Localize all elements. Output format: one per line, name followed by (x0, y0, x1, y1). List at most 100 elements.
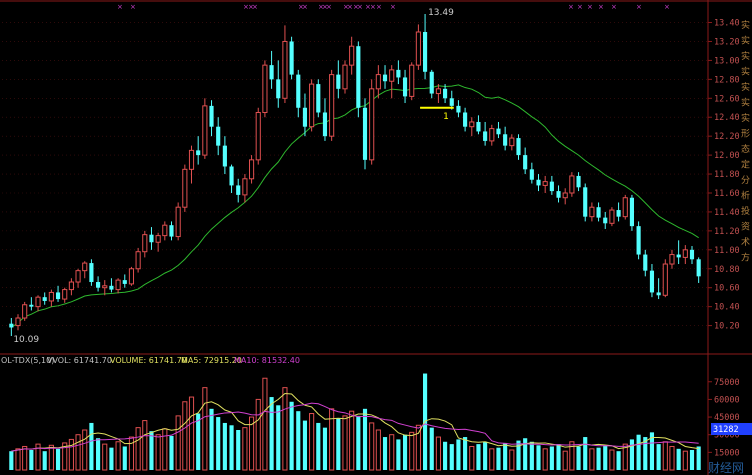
marker-dot: × (376, 3, 382, 11)
price-tick-label: 11.40 (714, 208, 740, 218)
marker-dot: × (587, 3, 593, 11)
candle-body-down (483, 131, 488, 141)
side-label: 实 (741, 50, 750, 62)
candle-body-down (362, 107, 368, 160)
side-label: 实 (741, 19, 750, 31)
volume-bar-down (656, 444, 661, 470)
candle-body-down (629, 197, 635, 227)
volume-bar-down (402, 434, 408, 470)
candle-body-down (316, 84, 321, 113)
marker-dot: × (390, 3, 396, 11)
side-label: 态 (741, 143, 750, 155)
candle-body-up (68, 281, 74, 291)
candle-body-up (102, 285, 108, 289)
volume-bar-down (616, 451, 621, 470)
marker-dot: × (326, 3, 332, 11)
volume-bar-down (583, 437, 588, 470)
candle-body-up (262, 64, 268, 113)
marker-dot: × (664, 3, 670, 11)
volume-bar-down (362, 408, 368, 470)
volume-bar-up (135, 427, 141, 471)
watermark: 财经网 (708, 461, 744, 475)
side-label: 实 (741, 112, 750, 124)
candle-body-down (209, 105, 214, 127)
candle-body-up (569, 175, 575, 194)
candle-body-up (202, 105, 208, 156)
side-label: 实 (741, 66, 750, 78)
marker-dot: × (302, 3, 308, 11)
price-tick-label: 10.20 (714, 322, 740, 332)
side-label: 方 (741, 252, 750, 264)
volume-bar-down (676, 448, 681, 470)
candle-body-down (196, 150, 201, 156)
volume-bar-down (596, 447, 601, 470)
price-tick-label: 11.00 (714, 246, 740, 256)
candle-body-down (396, 69, 401, 78)
candle-body-down (583, 187, 588, 217)
price-tick-label: 13.20 (714, 37, 740, 47)
candle-body-up (188, 149, 195, 170)
volume-bar-down (456, 439, 461, 470)
candle-body-down (449, 98, 454, 106)
candle-body-up (115, 279, 121, 291)
volume-bar-up (375, 429, 381, 471)
candle-body-up (369, 88, 375, 161)
volume-bar-down (296, 411, 301, 470)
volume-bar-up (662, 441, 668, 471)
candle-body-up (135, 251, 141, 270)
candle-body-down (229, 166, 234, 186)
volume-bar-up (115, 441, 121, 471)
candle-body-up (182, 168, 188, 208)
volume-bar-up (255, 398, 261, 471)
candle-body-down (89, 263, 94, 283)
volume-bar-down (556, 444, 561, 470)
volume-bar-up (682, 450, 688, 471)
volume-bar-down (603, 445, 608, 470)
marker-dot: × (252, 3, 258, 11)
volume-bar-down (89, 422, 94, 470)
volume-bar-down (109, 447, 114, 470)
volume-bar-up (142, 420, 148, 471)
marker-dot: × (357, 3, 363, 11)
candle-body-down (456, 105, 461, 113)
price-tick-label: 11.60 (714, 189, 740, 199)
candle-body-up (255, 111, 261, 161)
volume-bar-down (396, 439, 401, 470)
candle-body-down (289, 41, 294, 75)
candle-body-down (556, 191, 561, 198)
volume-bar-down (169, 435, 174, 470)
volume-bar-down (523, 438, 528, 470)
volume-bar-down (29, 450, 34, 470)
candle-body-up (489, 128, 495, 142)
candle-body-up (248, 159, 255, 180)
volume-tick-label: 45000 (714, 413, 740, 423)
candle-body-down (109, 285, 114, 290)
candle-body-down (516, 138, 521, 156)
volume-bar-down (55, 448, 61, 470)
price-tick-label: 10.80 (714, 265, 740, 275)
candle-body-down (649, 270, 655, 293)
candle-body-down (689, 249, 695, 260)
candle-body-down (443, 88, 448, 99)
volume-bar-down (222, 422, 227, 470)
volume-bar-down (476, 444, 481, 470)
volume-bar-down (122, 446, 127, 470)
candle-body-down (549, 181, 554, 192)
candle-body-down (276, 79, 281, 99)
candle-body-down (269, 65, 274, 80)
volume-bar-up (262, 377, 268, 471)
marker-dot: × (347, 3, 353, 11)
volume-bar-down (382, 437, 388, 470)
volume-bar-down (576, 446, 581, 470)
candle-body-down (42, 297, 47, 301)
candle-body-up (662, 263, 668, 296)
volume-tick-label: 15000 (714, 448, 740, 458)
candle-body-up (62, 289, 68, 300)
candle-body-up (82, 262, 88, 272)
candle-body-down (336, 74, 341, 89)
candle-body-down (636, 226, 641, 255)
candle-body-up (509, 137, 515, 147)
volume-bar-up (342, 415, 348, 471)
volume-bar-down (443, 441, 448, 470)
volume-bar-up (202, 387, 208, 471)
